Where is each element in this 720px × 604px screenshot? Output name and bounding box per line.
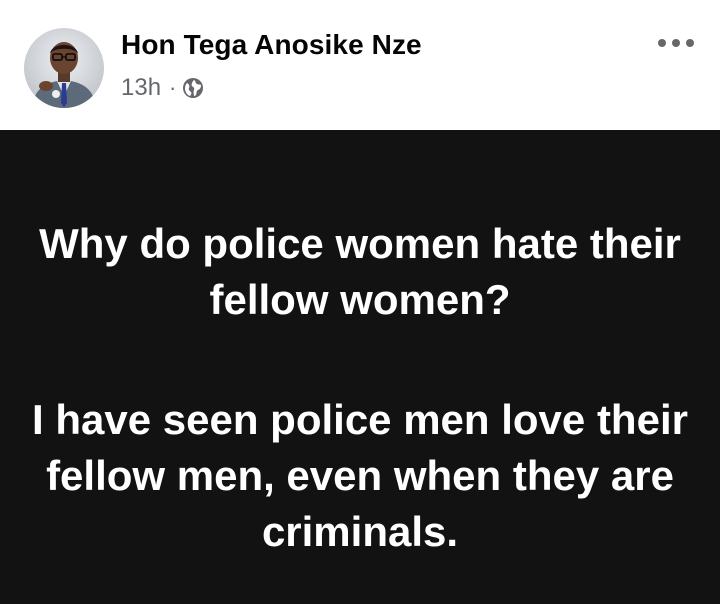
avatar-photo bbox=[24, 28, 104, 108]
post-timestamp[interactable]: 13h bbox=[121, 74, 161, 102]
more-options-icon[interactable] bbox=[652, 30, 700, 56]
post-meta: 13h · bbox=[121, 74, 204, 102]
globe-icon[interactable] bbox=[182, 77, 204, 99]
facebook-post: Hon Tega Anosike Nze 13h · Why do police… bbox=[0, 0, 720, 604]
more-dot bbox=[686, 39, 694, 47]
meta-separator: · bbox=[169, 75, 177, 100]
more-dot bbox=[672, 39, 680, 47]
post-text-paragraph-1: Why do police women hate their fellow wo… bbox=[39, 220, 681, 323]
author-avatar[interactable] bbox=[24, 28, 104, 108]
post-text-background: Why do police women hate their fellow wo… bbox=[0, 130, 720, 604]
author-name[interactable]: Hon Tega Anosike Nze bbox=[121, 29, 422, 61]
more-dot bbox=[658, 39, 666, 47]
post-header: Hon Tega Anosike Nze 13h · bbox=[0, 0, 720, 130]
post-text-paragraph-2: I have seen police men love their fellow… bbox=[32, 396, 688, 555]
